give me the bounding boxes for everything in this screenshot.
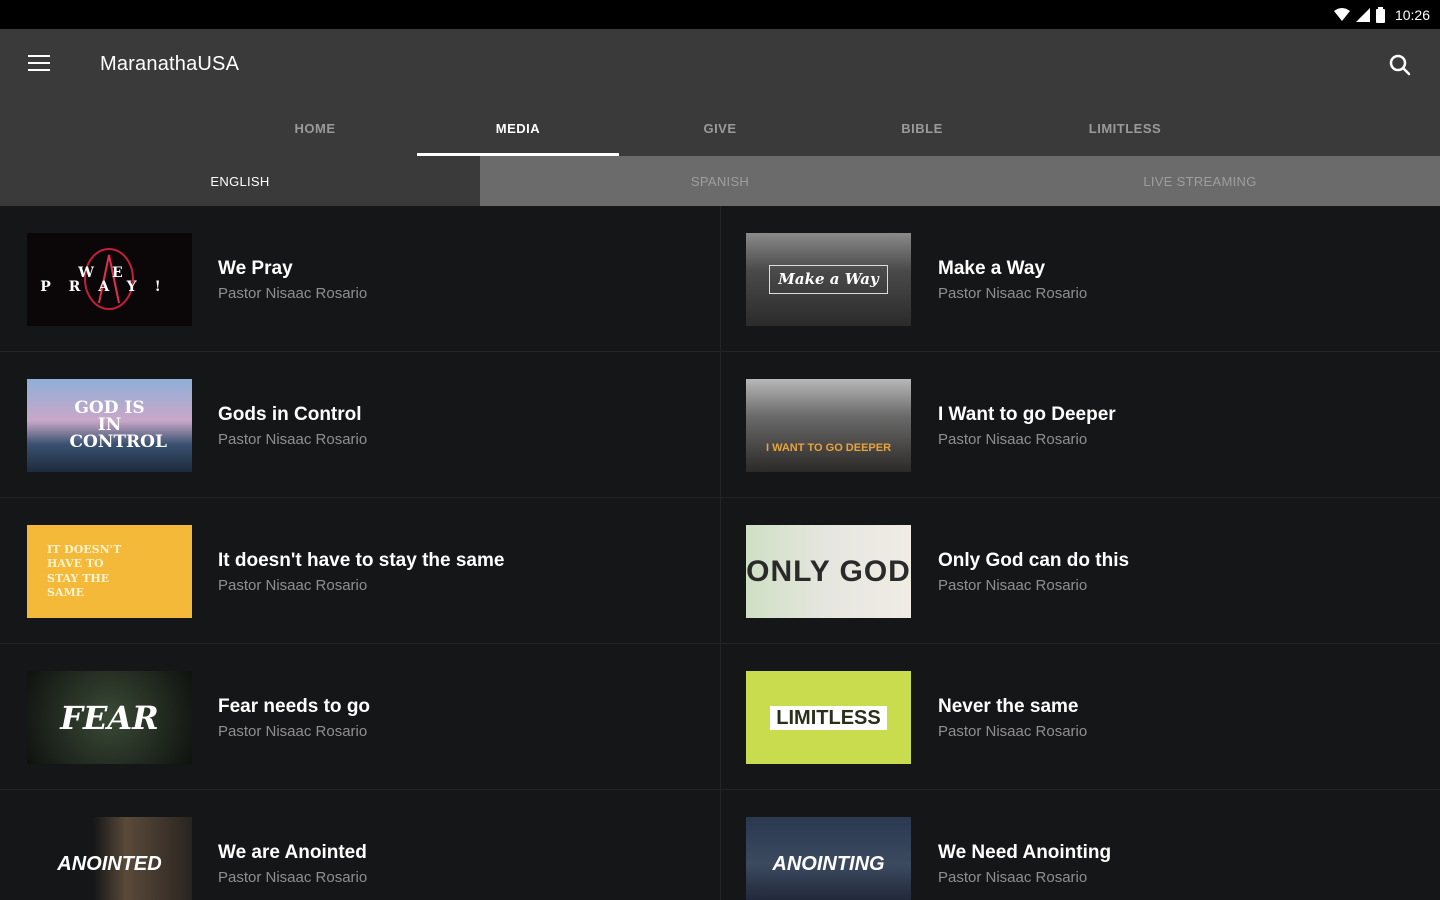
media-column-left: WE PRAY! We Pray Pastor Nisaac Rosario G… bbox=[0, 206, 720, 900]
thumb-text: IT DOESN'T HAVE TO STAY THE SAME bbox=[47, 542, 122, 599]
media-title: Never the same bbox=[938, 696, 1079, 717]
media-item[interactable]: ANOINTED We are Anointed Pastor Nisaac R… bbox=[0, 790, 720, 900]
media-thumbnail: GOD IS IN CONTROL bbox=[27, 379, 192, 472]
media-title: Gods in Control bbox=[218, 404, 362, 425]
media-title: Make a Way bbox=[938, 258, 1046, 279]
media-speaker: Pastor Nisaac Rosario bbox=[938, 723, 1088, 740]
media-thumbnail: WE PRAY! bbox=[27, 233, 192, 326]
thumb-text: ONLY GOD bbox=[746, 554, 911, 588]
media-column-right: Make a Way Make a Way Pastor Nisaac Rosa… bbox=[721, 206, 1440, 900]
battery-icon bbox=[1375, 6, 1385, 23]
media-item[interactable]: LIMITLESS Never the same Pastor Nisaac R… bbox=[721, 644, 1440, 790]
media-item[interactable]: IT DOESN'T HAVE TO STAY THE SAME It does… bbox=[0, 498, 720, 644]
media-speaker: Pastor Nisaac Rosario bbox=[218, 723, 368, 740]
subtab-english[interactable]: ENGLISH bbox=[0, 156, 480, 206]
media-speaker: Pastor Nisaac Rosario bbox=[218, 869, 368, 886]
tab-label: HOME bbox=[294, 121, 336, 136]
main-tab-bar: HOME MEDIA GIVE BIBLE LIMITLESS bbox=[0, 101, 1440, 156]
media-thumbnail: ONLY GOD bbox=[746, 525, 911, 618]
media-title: We Need Anointing bbox=[938, 842, 1112, 863]
tab-media[interactable]: MEDIA bbox=[417, 101, 619, 156]
language-tab-bar: ENGLISH SPANISH LIVE STREAMING bbox=[0, 156, 1440, 206]
tab-label: MEDIA bbox=[495, 121, 541, 136]
media-speaker: Pastor Nisaac Rosario bbox=[938, 431, 1088, 448]
media-speaker: Pastor Nisaac Rosario bbox=[938, 285, 1088, 302]
thumb-text: I WANT TO GO DEEPER bbox=[765, 442, 892, 454]
subtab-live-streaming[interactable]: LIVE STREAMING bbox=[960, 156, 1440, 206]
tab-bible[interactable]: BIBLE bbox=[821, 101, 1023, 156]
media-thumbnail: IT DOESN'T HAVE TO STAY THE SAME bbox=[27, 525, 192, 618]
media-speaker: Pastor Nisaac Rosario bbox=[218, 577, 368, 594]
media-speaker: Pastor Nisaac Rosario bbox=[938, 869, 1088, 886]
tab-label: BIBLE bbox=[901, 121, 943, 136]
media-title: We Pray bbox=[218, 258, 293, 279]
tab-label: GIVE bbox=[703, 121, 737, 136]
media-item[interactable]: I WANT TO GO DEEPER I Want to go Deeper … bbox=[721, 352, 1440, 498]
media-thumbnail: FEAR bbox=[27, 671, 192, 764]
thumb-text: ANOINTING bbox=[772, 852, 885, 875]
tab-home[interactable]: HOME bbox=[214, 101, 416, 156]
media-speaker: Pastor Nisaac Rosario bbox=[218, 285, 368, 302]
thumb-text: GOD IS IN CONTROL bbox=[69, 398, 167, 452]
thumb-text: LIMITLESS bbox=[770, 705, 887, 730]
thumb-text: Make a Way bbox=[769, 265, 888, 294]
menu-icon[interactable] bbox=[28, 55, 54, 75]
media-speaker: Pastor Nisaac Rosario bbox=[218, 431, 368, 448]
media-title: Fear needs to go bbox=[218, 696, 371, 717]
signal-icon bbox=[1355, 7, 1370, 22]
media-thumbnail: ANOINTING bbox=[746, 817, 911, 900]
subtab-spanish[interactable]: SPANISH bbox=[480, 156, 960, 206]
media-speaker: Pastor Nisaac Rosario bbox=[938, 577, 1088, 594]
media-title: I Want to go Deeper bbox=[938, 404, 1116, 425]
tab-give[interactable]: GIVE bbox=[619, 101, 821, 156]
search-icon[interactable] bbox=[1388, 53, 1412, 77]
status-time: 10:26 bbox=[1394, 6, 1430, 23]
media-thumbnail: I WANT TO GO DEEPER bbox=[746, 379, 911, 472]
status-bar: 10:26 bbox=[0, 0, 1440, 29]
tab-limitless[interactable]: LIMITLESS bbox=[1024, 101, 1226, 156]
media-title: We are Anointed bbox=[218, 842, 367, 863]
thumb-text: ANOINTED bbox=[57, 852, 162, 875]
thumb-text: WE PRAY! bbox=[40, 264, 179, 295]
app-bar: MaranathaUSA bbox=[0, 29, 1440, 101]
media-list: WE PRAY! We Pray Pastor Nisaac Rosario G… bbox=[0, 206, 1440, 900]
media-item[interactable]: Make a Way Make a Way Pastor Nisaac Rosa… bbox=[721, 206, 1440, 352]
tab-label: LIMITLESS bbox=[1088, 121, 1162, 136]
media-item[interactable]: WE PRAY! We Pray Pastor Nisaac Rosario bbox=[0, 206, 720, 352]
media-thumbnail: LIMITLESS bbox=[746, 671, 911, 764]
media-item[interactable]: ANOINTING We Need Anointing Pastor Nisaa… bbox=[721, 790, 1440, 900]
wifi-icon bbox=[1333, 7, 1350, 22]
media-item[interactable]: ONLY GOD Only God can do this Pastor Nis… bbox=[721, 498, 1440, 644]
app-title: MaranathaUSA bbox=[100, 53, 240, 75]
media-item[interactable]: FEAR Fear needs to go Pastor Nisaac Rosa… bbox=[0, 644, 720, 790]
media-title: It doesn't have to stay the same bbox=[218, 550, 505, 571]
thumb-text: FEAR bbox=[60, 698, 159, 737]
media-thumbnail: ANOINTED bbox=[27, 817, 192, 900]
media-thumbnail: Make a Way bbox=[746, 233, 911, 326]
media-title: Only God can do this bbox=[938, 550, 1130, 571]
media-item[interactable]: GOD IS IN CONTROL Gods in Control Pastor… bbox=[0, 352, 720, 498]
